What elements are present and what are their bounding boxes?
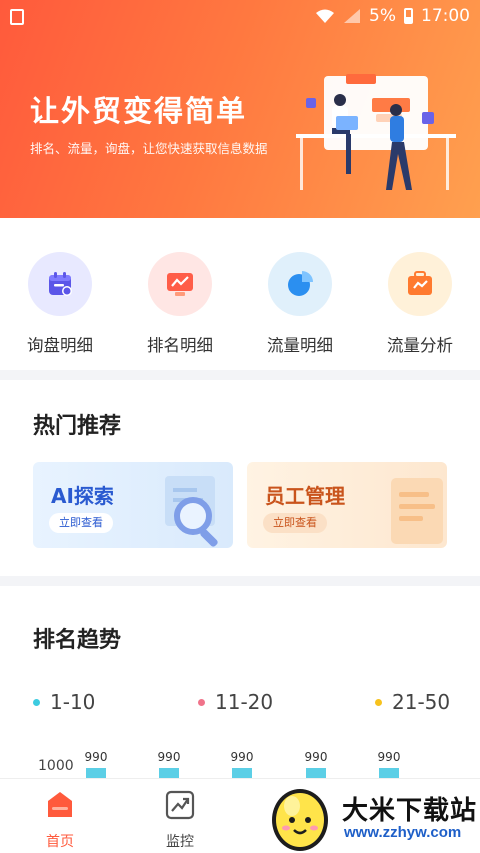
quick-action-label: 流量明细 xyxy=(267,336,333,355)
hero-subtitle: 排名、流量，询盘，让您快速获取信息数据 xyxy=(30,141,268,156)
bar-value-label: 990 xyxy=(84,750,108,764)
bar-value-label: 990 xyxy=(230,750,254,764)
monitor-chart-icon xyxy=(148,252,212,316)
ranking-trend-section: 排名趋势 1-10 11-20 21-50 1000 990 990 990 9… xyxy=(0,586,480,778)
quick-action-analysis[interactable]: 流量分析 xyxy=(378,252,462,356)
bar-value-label: 990 xyxy=(304,750,328,764)
section-title: 热门推荐 xyxy=(33,414,122,439)
quick-action-label: 流量分析 xyxy=(387,336,453,355)
chart-bar xyxy=(306,768,326,778)
battery-icon xyxy=(404,8,413,24)
bar-value-label: 990 xyxy=(157,750,181,764)
bar-value-label: 990 xyxy=(377,750,401,764)
ai-explore-card[interactable]: AI探索 立即查看 xyxy=(33,462,233,548)
calendar-icon xyxy=(28,252,92,316)
nav-label: 首页 xyxy=(46,834,74,850)
y-axis-tick: 1000 xyxy=(38,758,74,774)
clock: 17:00 xyxy=(421,6,470,26)
magnifier-icon xyxy=(165,476,218,547)
office-illustration xyxy=(296,74,456,190)
section-title: 排名趋势 xyxy=(33,628,122,653)
quick-action-ranking[interactable]: 排名明细 xyxy=(138,252,222,356)
staff-management-card[interactable]: 员工管理 立即查看 xyxy=(247,462,447,548)
status-bar: 5% 17:00 xyxy=(0,0,480,34)
wifi-icon xyxy=(316,9,335,23)
battery-percent: 5% xyxy=(369,6,396,26)
nav-home[interactable]: 首页 xyxy=(20,789,100,851)
briefcase-chart-icon xyxy=(388,252,452,316)
chart-bar xyxy=(159,768,179,778)
signal-icon xyxy=(344,9,361,23)
rice-mascot-logo xyxy=(272,789,328,851)
legend-label: 11-20 xyxy=(215,690,274,714)
notification-icon xyxy=(10,9,24,25)
legend-1-10: 1-10 xyxy=(33,690,95,714)
home-icon xyxy=(48,792,72,817)
hero-title: 让外贸变得简单 xyxy=(30,94,248,128)
quick-action-traffic[interactable]: 流量明细 xyxy=(258,252,342,356)
view-now-button[interactable]: 立即查看 xyxy=(263,513,327,533)
watermark-url: www.zzhyw.com xyxy=(344,824,462,841)
view-now-button[interactable]: 立即查看 xyxy=(49,513,113,533)
nav-label: 监控 xyxy=(166,834,194,850)
quick-action-inquiry[interactable]: 询盘明细 xyxy=(18,252,102,356)
quick-action-label: 询盘明细 xyxy=(27,336,93,355)
chart-bar xyxy=(379,768,399,778)
quick-actions: 询盘明细 排名明细 流量明细 流量分析 xyxy=(0,218,480,370)
legend-11-20: 11-20 xyxy=(198,690,273,714)
document-icon xyxy=(391,478,443,544)
watermark-title: 大米下载站 xyxy=(342,796,478,826)
nav-monitor[interactable]: 监控 xyxy=(140,789,220,851)
quick-action-label: 排名明细 xyxy=(147,336,213,355)
hot-recommend-section: 热门推荐 AI探索 立即查看 员工管理 立即查看 xyxy=(0,380,480,576)
legend-label: 21-50 xyxy=(392,690,451,714)
legend-dot xyxy=(375,698,382,706)
card-title: AI探索 xyxy=(51,484,114,508)
legend-dot xyxy=(33,698,40,706)
chart-bar xyxy=(86,768,106,778)
chart-bar xyxy=(232,768,252,778)
legend-dot xyxy=(198,698,205,706)
legend-label: 1-10 xyxy=(50,690,96,714)
site-watermark: 大米下载站 www.zzhyw.com xyxy=(262,778,480,853)
hero-banner: 5% 17:00 让外贸变得简单 排名、流量，询盘，让您快速获取信息数据 xyxy=(0,0,480,218)
monitor-trend-icon xyxy=(165,790,195,820)
legend-21-50: 21-50 xyxy=(375,690,450,714)
card-title: 员工管理 xyxy=(265,484,345,508)
pie-chart-icon xyxy=(268,252,332,316)
